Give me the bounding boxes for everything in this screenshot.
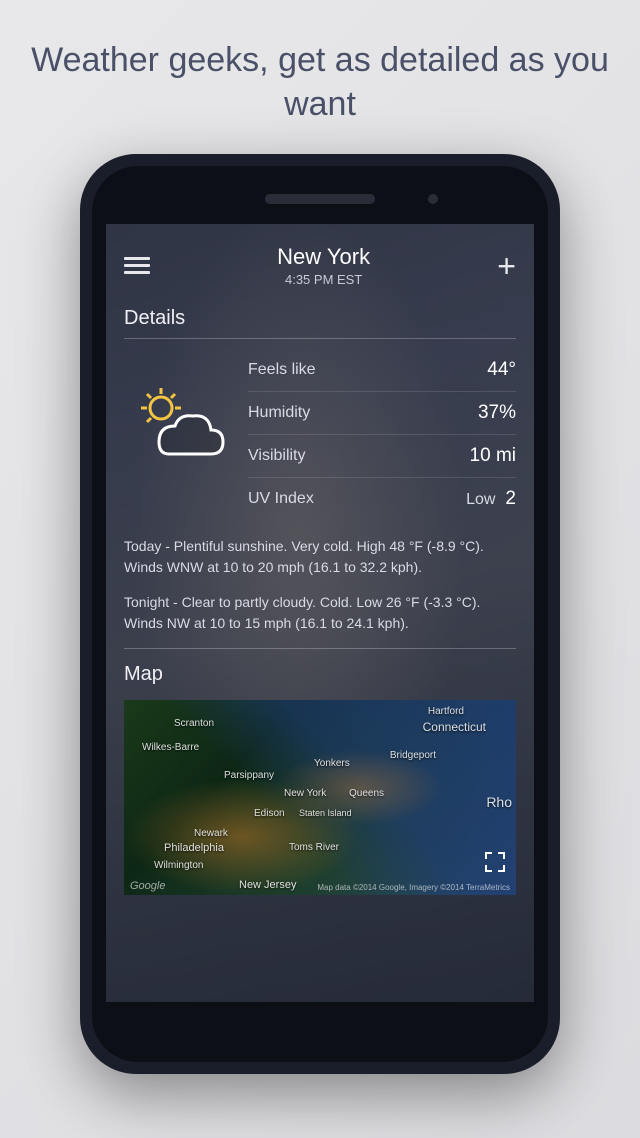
stat-label: UV Index	[248, 490, 314, 508]
details-heading: Details	[124, 307, 516, 339]
add-location-icon[interactable]: +	[497, 250, 516, 282]
map-state-label: New Jersey	[239, 879, 296, 891]
partly-cloudy-icon	[124, 349, 234, 499]
map-state-label: Rho	[486, 794, 512, 810]
stats-list: Feels like 44° Humidity 37% Visibility 1…	[248, 349, 516, 520]
stat-value: 37%	[478, 402, 516, 424]
map-city-label: Philadelphia	[164, 842, 224, 854]
forecast-today: Today - Plentiful sunshine. Very cold. H…	[124, 536, 516, 578]
map-city-label: Wilkes-Barre	[142, 742, 199, 753]
menu-icon[interactable]	[124, 253, 150, 278]
forecast-text: Today - Plentiful sunshine. Very cold. H…	[124, 536, 516, 634]
map-city-label: Wilmington	[154, 860, 203, 871]
map-city-label: Newark	[194, 828, 228, 839]
map-heading: Map	[124, 663, 516, 694]
map-city-label: Staten Island	[299, 808, 352, 818]
stat-value: 44°	[487, 359, 516, 381]
promo-tagline: Weather geeks, get as detailed as you wa…	[0, 38, 640, 126]
map-state-label: Connecticut	[423, 720, 486, 734]
map-city-label: Hartford	[428, 706, 464, 717]
divider	[124, 648, 516, 649]
map-city-label: Scranton	[174, 718, 214, 729]
speaker-grille	[265, 194, 375, 204]
map-city-label: Queens	[349, 788, 384, 799]
map-city-label: Toms River	[289, 842, 339, 853]
weather-map[interactable]: Hartford Connecticut Scranton Wilkes-Bar…	[124, 700, 516, 895]
map-city-label: Yonkers	[314, 758, 350, 769]
map-attribution-logo: Google	[130, 880, 165, 892]
stat-value: 10 mi	[470, 445, 516, 467]
uv-number: 2	[505, 488, 516, 510]
map-city-label: Parsippany	[224, 770, 274, 781]
map-city-label: New York	[284, 788, 326, 799]
map-city-label: Edison	[254, 808, 285, 819]
stat-label: Feels like	[248, 361, 316, 379]
app-screen: New York 4:35 PM EST + Details	[106, 224, 534, 1002]
forecast-tonight: Tonight - Clear to partly cloudy. Cold. …	[124, 592, 516, 634]
stat-uv-index: UV Index Low 2	[248, 478, 516, 520]
details-grid: Feels like 44° Humidity 37% Visibility 1…	[124, 349, 516, 520]
content-area: Details	[106, 299, 534, 895]
stat-label: Visibility	[248, 447, 306, 465]
uv-word: Low	[466, 491, 495, 509]
stat-feels-like: Feels like 44°	[248, 349, 516, 392]
city-name: New York	[277, 244, 370, 270]
map-attribution-text: Map data ©2014 Google, Imagery ©2014 Ter…	[317, 883, 510, 892]
top-bar: New York 4:35 PM EST +	[106, 224, 534, 299]
sensor-dot	[428, 194, 438, 204]
local-time: 4:35 PM EST	[277, 272, 370, 287]
phone-bezel: New York 4:35 PM EST + Details	[92, 166, 548, 1062]
expand-icon[interactable]	[484, 851, 506, 873]
stat-humidity: Humidity 37%	[248, 392, 516, 435]
map-city-label: Bridgeport	[390, 750, 436, 761]
phone-frame: New York 4:35 PM EST + Details	[80, 154, 560, 1074]
location-title[interactable]: New York 4:35 PM EST	[277, 244, 370, 287]
stat-label: Humidity	[248, 404, 310, 422]
stat-visibility: Visibility 10 mi	[248, 435, 516, 478]
